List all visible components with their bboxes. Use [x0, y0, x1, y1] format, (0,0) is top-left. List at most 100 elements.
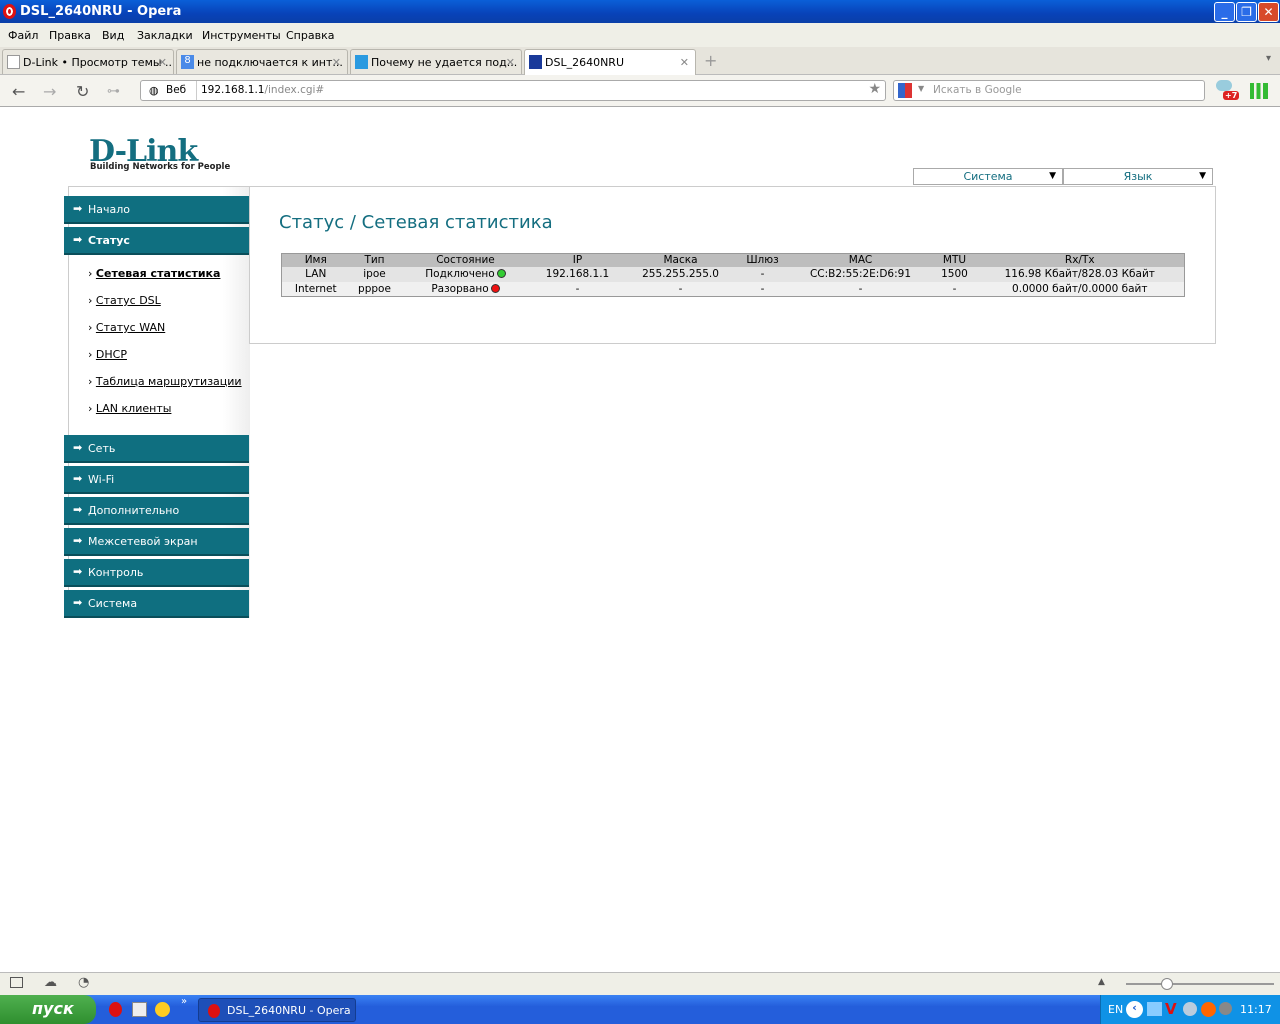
minimize-button[interactable]: _ [1214, 2, 1235, 22]
menu-view[interactable]: Вид [102, 29, 124, 42]
state-text: Разорвано [431, 282, 489, 295]
sidebar-item-label: Дополнительно [88, 504, 180, 517]
cell-mac: CC:B2:55:2E:D6:91 [787, 266, 934, 282]
sidebar-item-system[interactable]: ➡ Система [64, 590, 249, 616]
select-label: Система [963, 170, 1013, 183]
menu-tools[interactable]: Инструменты [202, 29, 281, 42]
subitem-routing-table[interactable]: › Таблица маршрутизации [88, 375, 242, 388]
sidebar-item-wifi[interactable]: ➡ Wi-Fi [64, 466, 249, 492]
close-tab-icon[interactable]: ✕ [158, 56, 167, 69]
close-tab-icon[interactable]: ✕ [506, 56, 515, 69]
subitem-link[interactable]: Статус DSL [96, 294, 161, 307]
volume-icon[interactable] [1219, 1002, 1232, 1015]
chevron-down-icon[interactable]: ▼ [918, 84, 924, 93]
notification-badge: +7 [1223, 91, 1240, 100]
language-select[interactable]: Язык ▼ [1063, 168, 1213, 185]
tab-microsoft[interactable]: Почему не удается под... ✕ [350, 49, 522, 74]
sidebar-item-label: Межсетевой экран [88, 535, 198, 548]
sync-icon[interactable] [1183, 1002, 1197, 1016]
windows-icon [355, 55, 368, 69]
sidebar-item-network[interactable]: ➡ Сеть [64, 435, 249, 461]
cell-state: Разорвано [399, 281, 532, 297]
sidebar-item-firewall[interactable]: ➡ Межсетевой экран [64, 528, 249, 554]
app-tray-icon[interactable] [1201, 1002, 1216, 1017]
turbo-cloud-icon[interactable]: ☁ [44, 975, 57, 990]
subitem-dsl-status[interactable]: › Статус DSL [88, 294, 161, 307]
signal-icon[interactable] [1250, 83, 1268, 99]
cloud-icon[interactable] [1216, 80, 1232, 91]
tab-menu-icon[interactable]: ▾ [1266, 53, 1271, 64]
subitem-network-stats[interactable]: › Сетевая статистика [88, 267, 220, 280]
cell-mask: 255.255.255.0 [623, 266, 738, 282]
start-label: пуск [32, 999, 74, 1018]
sidebar-item-advanced[interactable]: ➡ Дополнительно [64, 497, 249, 523]
window-title: DSL_2640NRU - Opera [20, 4, 182, 19]
arrow-right-icon: ➡ [73, 202, 83, 215]
opera-logo-icon [3, 4, 16, 19]
sidebar-item-status[interactable]: ➡ Статус [64, 227, 249, 253]
reload-icon[interactable]: ↻ [76, 82, 89, 101]
address-toolbar: ← → ↻ ⊶ ◍ Веб 192.168.1.1/index.cgi# ★ ▼… [0, 75, 1280, 107]
page-title: Статус / Сетевая статистика [279, 212, 553, 233]
taskbar: пуск » DSL_2640NRU - Opera EN ‹ V 11:17 [0, 995, 1280, 1024]
menu-help[interactable]: Справка [286, 29, 334, 42]
key-icon[interactable]: ⊶ [107, 84, 120, 99]
desktop-quicklaunch-icon[interactable] [132, 1002, 147, 1017]
state-text: Подключено [425, 268, 495, 280]
search-field[interactable]: ▼ Искать в Google [893, 80, 1205, 101]
tab-dlink-forum[interactable]: D-Link • Просмотр темы ... ✕ [2, 49, 174, 74]
col-header: Rx/Tx [975, 253, 1185, 267]
zoom-slider[interactable] [1126, 983, 1274, 985]
menu-file[interactable]: Файл [8, 29, 38, 42]
menu-bookmarks[interactable]: Закладки [137, 29, 193, 42]
forward-icon[interactable]: → [43, 82, 56, 101]
sidebar-item-label: Контроль [88, 566, 144, 579]
sidebar-item-home[interactable]: ➡ Начало [64, 196, 249, 222]
tray-expand-icon[interactable]: ‹ [1126, 1001, 1143, 1018]
subitem-link[interactable]: Таблица маршрутизации [96, 375, 242, 388]
chevron-down-icon: ▼ [1049, 171, 1056, 181]
tab-label: DSL_2640NRU [545, 56, 624, 69]
maximize-button[interactable]: ❐ [1236, 2, 1257, 22]
back-icon[interactable]: ← [12, 82, 25, 101]
cell-name: Internet [281, 281, 350, 297]
col-header: Тип [349, 253, 400, 267]
subitem-lan-clients[interactable]: › LAN клиенты [88, 402, 171, 415]
sidebar-item-control[interactable]: ➡ Контроль [64, 559, 249, 585]
close-tab-icon[interactable]: ✕ [332, 56, 341, 69]
search-placeholder: Искать в Google [933, 84, 1022, 96]
close-button[interactable]: ✕ [1258, 2, 1279, 22]
address-field[interactable]: ◍ Веб 192.168.1.1/index.cgi# ★ [140, 80, 886, 101]
subitem-dhcp[interactable]: › DHCP [88, 348, 127, 361]
app-quicklaunch-icon[interactable] [155, 1002, 170, 1017]
zoom-slider-handle[interactable] [1161, 978, 1173, 990]
language-indicator[interactable]: EN [1108, 1003, 1123, 1016]
chevron-down-icon: ▼ [1199, 171, 1206, 181]
opera-quicklaunch-icon[interactable] [109, 1002, 122, 1017]
tab-google[interactable]: 8 не подключается к инт... ✕ [176, 49, 348, 74]
tab-dsl-2640nru[interactable]: DSL_2640NRU ✕ [524, 49, 696, 76]
overflow-chevron-icon[interactable]: » [181, 996, 187, 1007]
browser-status-bar: ☁ ◔ ▲ [0, 972, 1280, 995]
cell-type: ipoe [349, 266, 400, 282]
cell-rxtx: 116.98 Кбайт/828.03 Кбайт [975, 266, 1185, 282]
taskbar-opera-button[interactable]: DSL_2640NRU - Opera [198, 998, 356, 1022]
network-icon[interactable] [1147, 1002, 1162, 1016]
new-tab-button[interactable]: + [704, 51, 717, 70]
google-icon: 8 [181, 55, 194, 69]
antivirus-icon[interactable]: V [1165, 1000, 1177, 1018]
subitem-link[interactable]: LAN клиенты [96, 402, 172, 415]
subitem-link[interactable]: Сетевая статистика [96, 267, 221, 280]
menu-edit[interactable]: Правка [49, 29, 91, 42]
zoom-up-icon[interactable]: ▲ [1098, 977, 1105, 987]
arrow-right-icon: ➡ [73, 565, 83, 578]
bookmark-star-icon[interactable]: ★ [868, 81, 881, 97]
subitem-link[interactable]: DHCP [96, 348, 127, 361]
start-button[interactable]: пуск [0, 995, 96, 1024]
close-tab-icon[interactable]: ✕ [680, 56, 689, 69]
panel-toggle-icon[interactable] [10, 977, 23, 988]
subitem-wan-status[interactable]: › Статус WAN [88, 321, 165, 334]
speed-dial-icon[interactable]: ◔ [78, 975, 89, 990]
system-select[interactable]: Система ▼ [913, 168, 1063, 185]
subitem-link[interactable]: Статус WAN [96, 321, 165, 334]
